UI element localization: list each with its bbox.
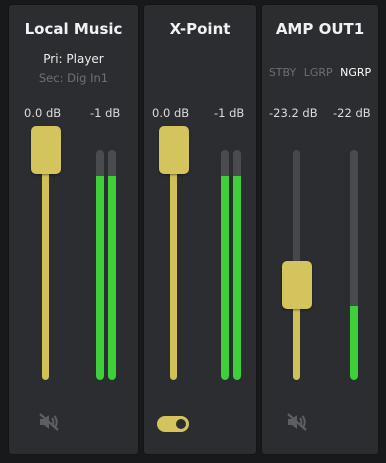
level-meter-right	[233, 150, 241, 380]
toggle-switch[interactable]	[157, 416, 189, 432]
channel-strip-local-music: Local Music Pri: Player Sec: Dig In1 0.0…	[8, 4, 139, 455]
channel-strip-amp-out1: AMP OUT1 STBY LGRP NGRP -23.2 dB -22 dB	[261, 4, 379, 455]
meter-fill	[350, 306, 358, 380]
fader-thumb[interactable]	[31, 126, 61, 174]
level-value: -22 dB	[333, 106, 371, 120]
fader-thumb[interactable]	[282, 261, 312, 309]
meter-fill	[221, 176, 229, 380]
mute-icon[interactable]	[38, 412, 60, 436]
primary-source: Pri: Player	[43, 52, 104, 66]
channel-strip-x-point: X-Point 0.0 dB -1 dB	[143, 4, 257, 455]
meter-fill	[233, 176, 241, 380]
mode-lgrp[interactable]: LGRP	[304, 66, 333, 79]
mode-ngrp[interactable]: NGRP	[340, 66, 371, 79]
level-value: -1 dB	[214, 106, 245, 120]
level-meter-right	[108, 150, 116, 380]
channel-title: AMP OUT1	[275, 20, 365, 38]
level-value: -1 dB	[90, 106, 121, 120]
mute-icon[interactable]	[286, 412, 308, 436]
level-meter-left	[96, 150, 104, 380]
fader-thumb[interactable]	[159, 126, 189, 174]
secondary-source: Sec: Dig In1	[38, 71, 109, 85]
mode-stby[interactable]: STBY	[269, 66, 296, 79]
toggle-knob	[176, 419, 186, 429]
meter-fill	[96, 176, 104, 380]
channel-title: Local Music	[24, 20, 123, 38]
meter-fill	[108, 176, 116, 380]
mode-selector: STBY LGRP NGRP	[261, 66, 379, 79]
gain-value: 0.0 dB	[24, 106, 62, 120]
gain-value: -23.2 dB	[269, 106, 318, 120]
channel-title: X-Point	[169, 20, 231, 38]
level-meter-left	[221, 150, 229, 380]
level-meter	[350, 150, 358, 380]
gain-value: 0.0 dB	[152, 106, 190, 120]
